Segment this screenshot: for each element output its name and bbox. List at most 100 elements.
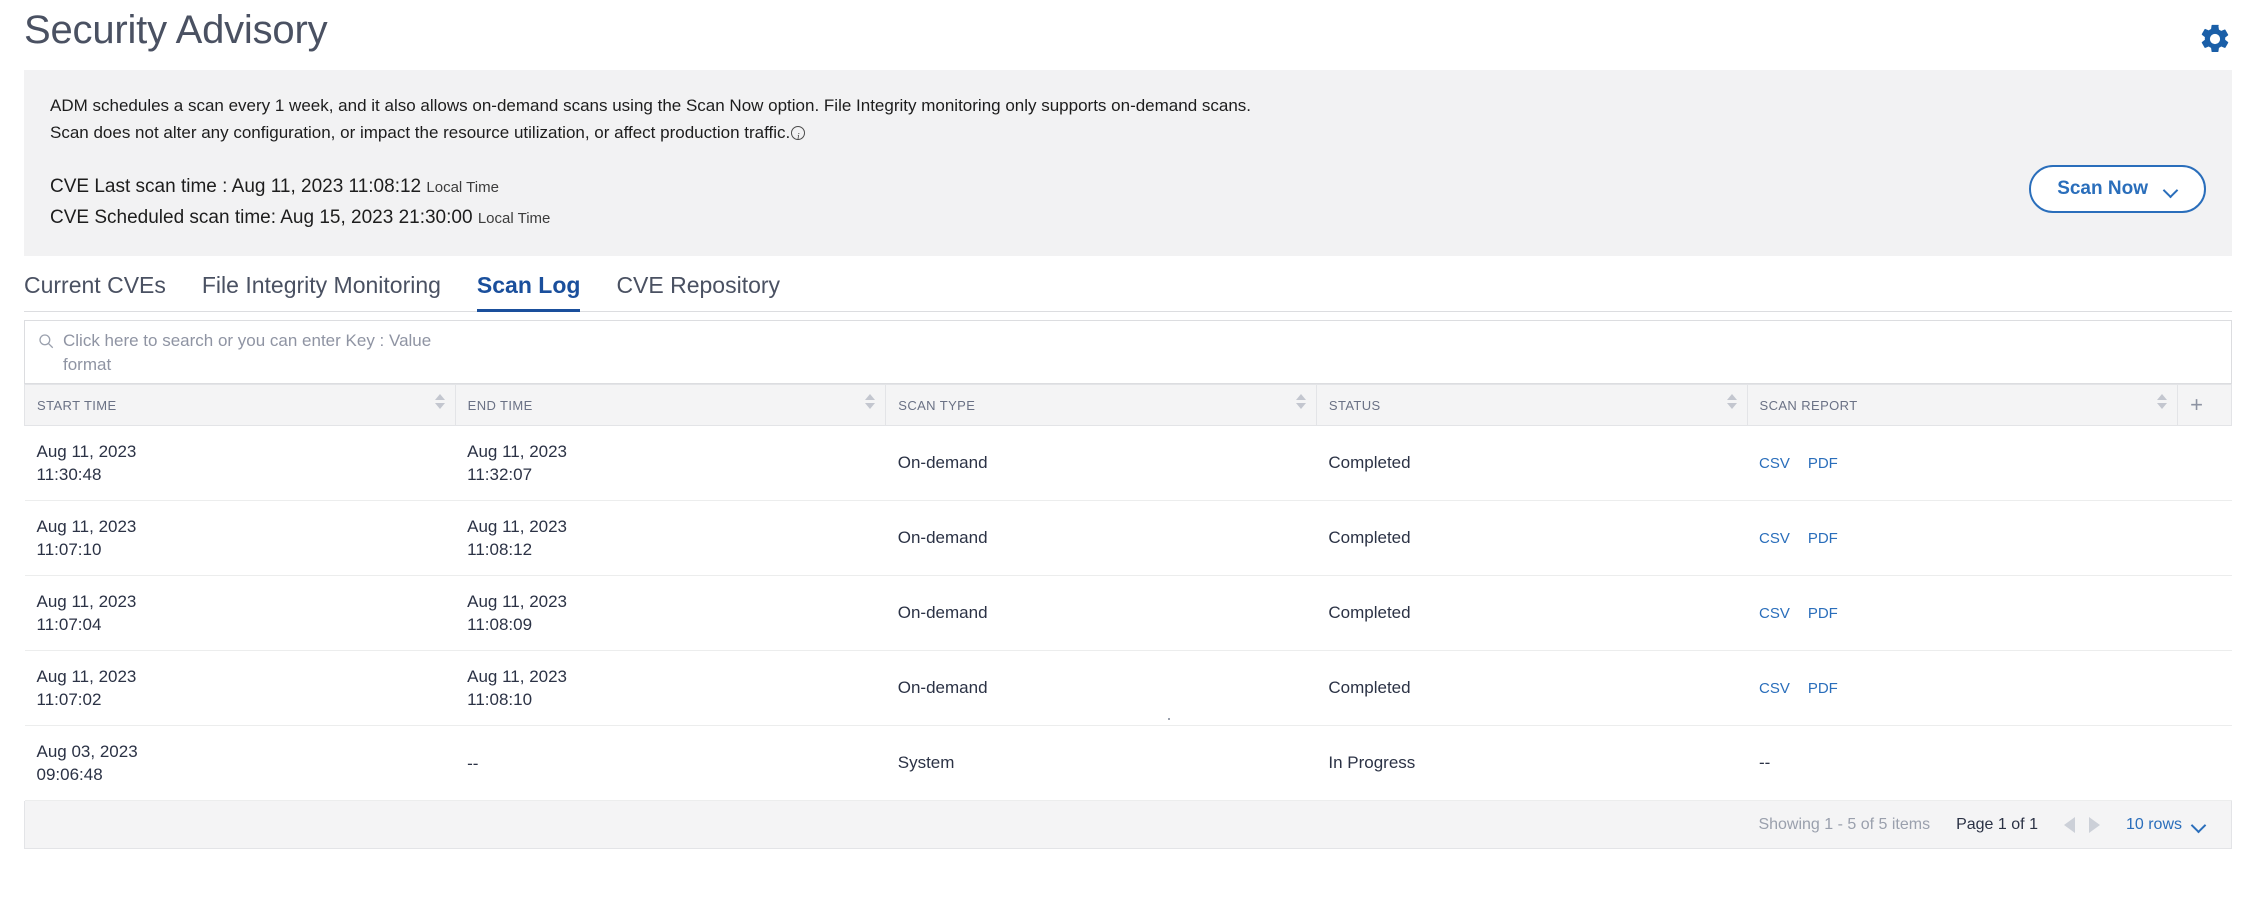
start-time: 11:07:10 — [36, 540, 102, 559]
report-pdf-link[interactable]: PDF — [1808, 455, 1838, 472]
last-scan-time-label: CVE Last scan time : — [50, 176, 228, 197]
cell-end-time: Aug 11, 2023 11:32:07 — [455, 425, 886, 501]
info-banner: ADM schedules a scan every 1 week, and i… — [24, 70, 2232, 256]
table-row[interactable]: Aug 11, 2023 11:30:48 Aug 11, 2023 11:32:0… — [24, 425, 2232, 501]
search-input[interactable]: Click here to search or you can enter Ke… — [63, 329, 463, 377]
cell-status: Completed — [1316, 650, 1747, 726]
cell-scan-report: CSV PDF — [1747, 500, 2178, 576]
report-csv-link[interactable]: CSV — [1759, 455, 1790, 472]
cell-scan-report: CSV PDF — [1747, 650, 2178, 726]
table-footer: Showing 1 - 5 of 5 items Page 1 of 1 10 … — [24, 801, 2232, 849]
last-scan-time-tz: Local Time — [426, 179, 499, 196]
rows-per-page-label: 10 rows — [2125, 815, 2182, 833]
add-column-button[interactable]: + — [2177, 384, 2232, 426]
column-label: SCAN REPORT — [1759, 397, 1858, 413]
page-header: Security Advisory — [0, 0, 2256, 56]
cell-status: Completed — [1316, 425, 1747, 501]
end-time: 11:32:07 — [467, 465, 533, 484]
showing-count: Showing 1 - 5 of 5 items — [1758, 815, 1931, 833]
cell-start-time: Aug 11, 2023 11:30:48 — [24, 425, 456, 501]
scan-log-table: START TIME END TIME SCAN TYPE STATUS SCA… — [24, 384, 2232, 801]
sort-icon[interactable] — [434, 394, 445, 410]
report-csv-link[interactable]: CSV — [1759, 680, 1790, 697]
column-label: END TIME — [467, 397, 533, 413]
column-header-status[interactable]: STATUS — [1316, 384, 1748, 426]
cell-end-time: -- — [455, 725, 886, 801]
cell-start-time: Aug 11, 2023 11:07:02 — [24, 650, 456, 726]
chevron-right-icon[interactable] — [2088, 816, 2100, 833]
tab-current-cves[interactable]: Current CVEs — [24, 266, 184, 311]
start-date: Aug 11, 2023 — [36, 442, 137, 461]
scan-now-label: Scan Now — [2057, 178, 2148, 199]
column-label: SCAN TYPE — [898, 397, 976, 413]
end-date: -- — [467, 753, 479, 773]
page-of: of — [2011, 815, 2025, 833]
search-bar[interactable]: Click here to search or you can enter Ke… — [24, 320, 2232, 384]
column-label: STATUS — [1328, 397, 1381, 413]
column-header-scan-report[interactable]: SCAN REPORT — [1747, 384, 2179, 426]
report-pdf-link[interactable]: PDF — [1808, 680, 1838, 697]
report-csv-link[interactable]: CSV — [1759, 530, 1790, 547]
sort-icon[interactable] — [2157, 394, 2168, 410]
last-scan-time-value: Aug 11, 2023 11:08:12 — [231, 176, 422, 197]
cell-scan-report: -- — [1747, 725, 2178, 801]
chevron-left-icon[interactable] — [2063, 816, 2075, 833]
column-label: START TIME — [37, 397, 117, 413]
sort-icon[interactable] — [1726, 394, 1737, 410]
cell-spacer — [2177, 500, 2232, 576]
tab-bar: Current CVEs File Integrity Monitoring S… — [24, 266, 2232, 312]
column-header-scan-type[interactable]: SCAN TYPE — [885, 384, 1317, 426]
scan-time-block: CVE Last scan time : Aug 11, 2023 11:08:… — [50, 172, 2206, 234]
cell-scan-type: On-demand — [885, 500, 1317, 576]
cell-end-time: Aug 11, 2023 11:08:09 — [455, 575, 886, 651]
cell-spacer — [2177, 650, 2232, 726]
page-current: 1 — [1997, 815, 2007, 833]
scheduled-scan-time-label: CVE Scheduled scan time: — [50, 207, 277, 228]
search-icon — [39, 334, 54, 349]
cell-start-time: Aug 11, 2023 11:07:04 — [24, 575, 456, 651]
table-row[interactable]: Aug 11, 2023 11:07:02 Aug 11, 2023 11:08:1… — [24, 650, 2232, 726]
plus-icon: + — [2190, 392, 2204, 417]
chevron-down-icon — [2192, 821, 2205, 829]
tab-cve-repository[interactable]: CVE Repository — [598, 266, 798, 311]
start-time: 11:07:04 — [36, 615, 102, 634]
page-indicator: Page 1 of 1 — [1956, 816, 2038, 834]
column-header-start-time[interactable]: START TIME — [24, 384, 456, 426]
table-row[interactable]: Aug 11, 2023 11:07:04 Aug 11, 2023 11:08:0… — [24, 575, 2232, 651]
cell-spacer — [2177, 575, 2232, 651]
sort-icon[interactable] — [1295, 394, 1306, 410]
report-pdf-link[interactable]: PDF — [1808, 605, 1838, 622]
column-header-end-time[interactable]: END TIME — [455, 384, 887, 426]
cell-scan-report: CSV PDF — [1747, 575, 2178, 651]
end-date: Aug 11, 2023 — [467, 667, 568, 686]
scan-now-button[interactable]: Scan Now — [2029, 165, 2206, 213]
sort-icon[interactable] — [865, 394, 876, 410]
chevron-down-icon — [2164, 185, 2178, 193]
page-title: Security Advisory — [24, 8, 328, 52]
cell-end-time: Aug 11, 2023 11:08:10 — [455, 650, 886, 726]
info-circle-icon[interactable] — [791, 124, 806, 151]
cell-scan-type: On-demand — [885, 575, 1317, 651]
last-scan-time-row: CVE Last scan time : Aug 11, 2023 11:08:… — [50, 172, 2206, 203]
cell-status: In Progress — [1316, 725, 1747, 801]
start-date: Aug 11, 2023 — [36, 667, 137, 686]
tab-file-integrity-monitoring[interactable]: File Integrity Monitoring — [184, 266, 459, 311]
cell-spacer — [2177, 725, 2232, 801]
table-header-row: START TIME END TIME SCAN TYPE STATUS SCA… — [24, 384, 2232, 426]
start-date: Aug 11, 2023 — [36, 517, 137, 536]
rows-per-page-select[interactable]: 10 rows — [2126, 816, 2205, 834]
scheduled-scan-time-row: CVE Scheduled scan time: Aug 15, 2023 21… — [50, 203, 2206, 234]
tab-scan-log[interactable]: Scan Log — [459, 266, 599, 312]
banner-line-2-wrap: Scan does not alter any configuration, o… — [50, 119, 2206, 151]
table-row[interactable]: Aug 11, 2023 11:07:10 Aug 11, 2023 11:08:1… — [24, 500, 2232, 576]
end-date: Aug 11, 2023 — [467, 442, 568, 461]
page-total: 1 — [2029, 815, 2038, 833]
table-row[interactable]: Aug 03, 2023 09:06:48 -- System In Progre… — [24, 725, 2232, 801]
cell-status: Completed — [1316, 575, 1747, 651]
table-header: START TIME END TIME SCAN TYPE STATUS SCA… — [24, 384, 2232, 426]
report-pdf-link[interactable]: PDF — [1808, 530, 1838, 547]
stray-dot — [1168, 718, 1170, 720]
pagination-arrows — [2063, 816, 2100, 833]
gear-icon[interactable] — [2198, 22, 2232, 56]
report-csv-link[interactable]: CSV — [1759, 605, 1790, 622]
